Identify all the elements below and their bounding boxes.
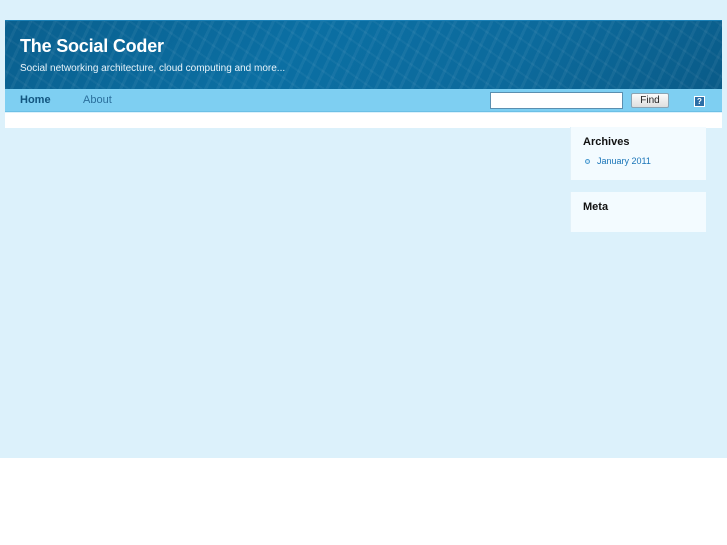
site-header: The Social Coder Social networking archi… <box>5 20 722 89</box>
content-top-strip <box>5 113 722 128</box>
site-tagline: Social networking architecture, cloud co… <box>20 63 286 74</box>
navigation-bar: Home About Find ? <box>5 89 722 112</box>
find-button[interactable]: Find <box>631 93 669 108</box>
archives-widget: Archives January 2011 <box>570 127 706 180</box>
archives-title: Archives <box>583 136 630 148</box>
meta-title: Meta <box>583 201 609 213</box>
help-icon[interactable]: ? <box>694 96 705 107</box>
site-title[interactable]: The Social Coder <box>20 36 164 57</box>
search-input[interactable] <box>490 92 623 109</box>
bullet-icon <box>585 159 590 164</box>
nav-item-home[interactable]: Home <box>20 94 51 106</box>
meta-widget: Meta <box>570 192 706 232</box>
archive-link-january-2011[interactable]: January 2011 <box>597 156 651 166</box>
nav-item-about[interactable]: About <box>83 94 112 106</box>
